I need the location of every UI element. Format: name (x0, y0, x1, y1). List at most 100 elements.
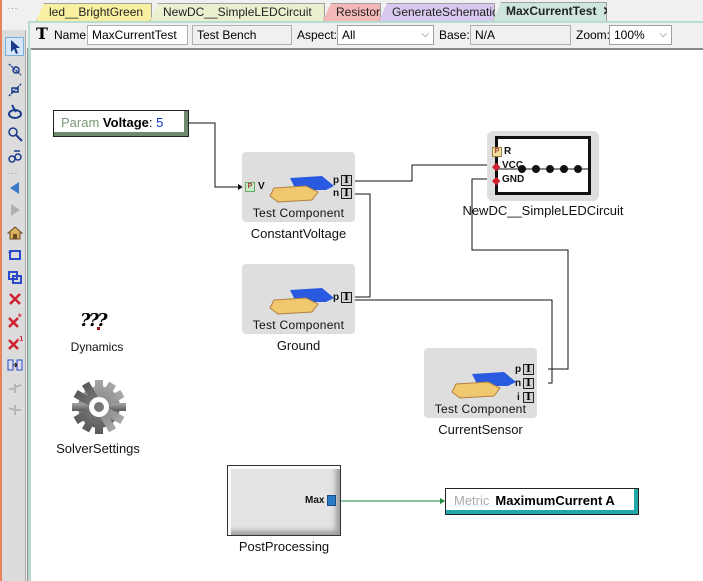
delete-button[interactable] (5, 289, 24, 308)
component-subtitle: Test Component (252, 318, 345, 332)
aspect-select[interactable]: All ⌵ (337, 25, 434, 45)
component-subtitle: Test Component (434, 402, 527, 416)
disconnect-disabled-button[interactable] (5, 399, 24, 418)
select-arrow-button[interactable] (5, 37, 24, 56)
dynamics-icon[interactable]: ??? (80, 310, 108, 331)
port-label-max: Max (305, 495, 325, 506)
port-label-p: p (515, 364, 522, 375)
port-label-n: n (515, 378, 522, 389)
tab-maxcurrenttest[interactable]: MaxCurrentTest ✕ (493, 2, 607, 21)
zoom-mode-button[interactable] (5, 124, 24, 143)
name-input[interactable]: MaxCurrentTest (87, 25, 188, 45)
port-label-vcc: VCC (502, 160, 524, 171)
port-n[interactable]: I (523, 378, 534, 389)
port-p[interactable]: I (341, 292, 352, 303)
port-p[interactable]: I (341, 175, 352, 186)
metric-name: MaximumCurrent A (495, 493, 615, 508)
red-x-star-icon: * (7, 313, 22, 328)
back-button[interactable] (5, 178, 24, 197)
tab-label: GenerateSchematic (392, 5, 499, 19)
tab-label: led__BrightGreen (49, 5, 144, 19)
home-icon (6, 225, 23, 239)
puzzle-icon (269, 288, 334, 315)
port-label-p: p (333, 292, 340, 303)
zoom-value: 100% (614, 28, 645, 42)
gear-icon[interactable] (69, 377, 129, 437)
metric-maximumcurrent[interactable]: Metric MaximumCurrent A (445, 488, 639, 515)
port-label-v: V (258, 181, 265, 192)
dynamics-label: Dynamics (70, 340, 124, 354)
port-label-r: R (504, 146, 512, 157)
show-basetype-button[interactable] (5, 355, 24, 374)
pin-icon[interactable]: ◆ (492, 174, 500, 187)
port-label-gnd: GND (502, 174, 525, 185)
arrow-pointer-icon (10, 39, 20, 54)
port-max[interactable] (327, 495, 336, 506)
svg-text:-1: -1 (17, 336, 23, 343)
connect-disabled-button[interactable] (5, 377, 24, 396)
port-p[interactable]: I (523, 364, 534, 375)
red-x-minus-icon: -1 (7, 336, 23, 350)
dynamics-dot (97, 327, 100, 330)
cycle-icon (7, 249, 21, 260)
param-kind: Param (61, 115, 100, 130)
forward-button[interactable] (5, 200, 24, 219)
connect-icon (7, 62, 22, 76)
param-name: Voltage (102, 115, 149, 130)
kind-field: Test Bench (192, 25, 292, 45)
port-n[interactable]: I (341, 188, 352, 199)
red-x-icon (8, 292, 21, 305)
metric-kind: Metric (454, 493, 490, 508)
magnifier-icon (7, 126, 23, 142)
port-label-i: i (517, 392, 520, 403)
question-marks-icon: ??? (80, 310, 108, 331)
glasses-icon (7, 149, 22, 163)
component-name: ConstantVoltage (250, 226, 347, 241)
close-tab-icon[interactable]: ✕ (602, 4, 607, 18)
home-button[interactable] (5, 223, 24, 242)
base-label: Base: (439, 28, 470, 42)
disconnect-disabled-icon (8, 404, 21, 415)
text-tool-icon[interactable]: T (36, 24, 48, 43)
cycle-all-aspects-button[interactable] (5, 267, 24, 286)
cycle-aspect-button[interactable] (5, 245, 24, 264)
connect-disabled-icon (8, 383, 21, 393)
param-voltage[interactable]: Param Voltage: 5 (53, 110, 189, 137)
component-name: Ground (276, 338, 321, 353)
palette-separator: ... (7, 1, 19, 11)
tab-label: NewDC__SimpleLEDCircuit (163, 5, 312, 19)
tab-resistor[interactable]: Resistor (323, 3, 381, 21)
port-label-p: p (333, 175, 340, 186)
delete-references-button[interactable]: -1 (5, 333, 24, 352)
triangle-right-icon (10, 203, 20, 216)
tab-label: Resistor (336, 5, 381, 19)
pin-icon[interactable]: ◆ (492, 160, 500, 173)
tab-led-brightgreen[interactable]: led__BrightGreen (36, 3, 152, 21)
chevron-down-icon: ⌵ (659, 29, 667, 40)
set-mode-button[interactable] (5, 102, 24, 121)
svg-text:*: * (18, 313, 22, 322)
zoom-select[interactable]: 100% ⌵ (609, 25, 672, 45)
tab-label: MaxCurrentTest (506, 4, 597, 18)
triangle-left-icon (9, 181, 19, 194)
component-name: NewDC__SimpleLEDCircuit (462, 203, 624, 218)
name-label: Name: (54, 28, 90, 42)
zoom-label: Zoom: (576, 28, 611, 42)
component-subtitle: Test Component (252, 206, 345, 220)
visualize-mode-button[interactable] (5, 146, 24, 165)
param-badge-icon: P (245, 182, 255, 192)
param-badge-icon: P (492, 147, 502, 157)
solver-settings-label: SolverSettings (56, 441, 140, 456)
set-icon (7, 104, 22, 119)
port-i[interactable]: I (523, 392, 534, 403)
delete-all-button[interactable]: * (5, 311, 24, 330)
disconnect-mode-button[interactable] (5, 80, 24, 99)
aspect-label: Aspect: (297, 28, 338, 42)
tab-newdc-simpleledcircuit[interactable]: NewDC__SimpleLEDCircuit (150, 3, 325, 21)
tab-generateschematic[interactable]: GenerateSchematic (379, 3, 495, 21)
puzzle-icon (269, 176, 334, 203)
cycle-all-icon (7, 270, 22, 284)
connect-mode-button[interactable] (5, 59, 24, 78)
base-field: N/A (470, 25, 571, 45)
component-name: PostProcessing (238, 539, 330, 554)
